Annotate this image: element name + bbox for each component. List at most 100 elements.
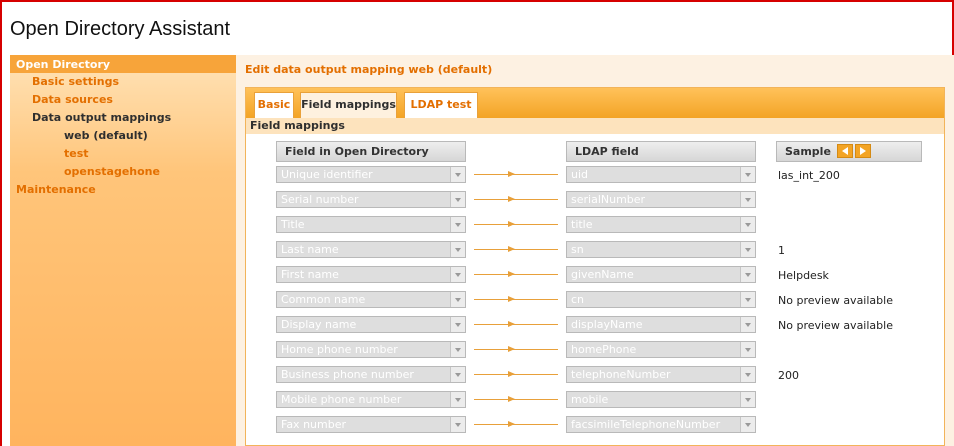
table-row: Serial number serialNumber xyxy=(246,191,944,209)
od-field-select[interactable]: First name xyxy=(276,266,466,283)
chevron-down-icon[interactable] xyxy=(740,192,755,207)
od-field-select[interactable]: Serial number xyxy=(276,191,466,208)
sidebar-item-data-output-mappings[interactable]: Data output mappings xyxy=(10,109,236,127)
mapping-connector xyxy=(474,274,558,275)
arrow-right-icon xyxy=(508,321,515,327)
od-field-select[interactable]: Last name xyxy=(276,241,466,258)
sample-value: Helpdesk xyxy=(778,269,829,282)
chevron-down-icon[interactable] xyxy=(740,317,755,332)
mapping-connector xyxy=(474,224,558,225)
ldap-field-select[interactable]: displayName xyxy=(566,316,756,333)
ldap-field-select[interactable]: telephoneNumber xyxy=(566,366,756,383)
od-field-value: Home phone number xyxy=(281,343,398,356)
chevron-down-icon[interactable] xyxy=(450,367,465,382)
sample-label: Sample xyxy=(785,145,831,158)
arrow-right-icon xyxy=(508,371,515,377)
sidebar-header[interactable]: Open Directory xyxy=(10,55,236,73)
mapping-connector xyxy=(474,374,558,375)
arrow-right-icon xyxy=(508,221,515,227)
chevron-down-icon[interactable] xyxy=(450,192,465,207)
table-row: Display name displayName No preview availa… xyxy=(246,316,944,334)
sidebar-item-maintenance[interactable]: Maintenance xyxy=(10,181,236,199)
od-field-value: Serial number xyxy=(281,193,359,206)
arrow-right-icon xyxy=(508,396,515,402)
ldap-field-value: sn xyxy=(571,243,584,256)
sidebar-item-web-default[interactable]: web (default) xyxy=(10,127,236,145)
mapping-connector xyxy=(474,299,558,300)
tab-field-mappings[interactable]: Field mappings xyxy=(300,92,397,118)
arrow-right-icon xyxy=(508,196,515,202)
od-field-select[interactable]: Display name xyxy=(276,316,466,333)
mapping-connector xyxy=(474,399,558,400)
chevron-down-icon[interactable] xyxy=(740,167,755,182)
tab-bar: Basic Field mappings LDAP test xyxy=(246,88,944,118)
chevron-down-icon[interactable] xyxy=(740,242,755,257)
od-field-select[interactable]: Home phone number xyxy=(276,341,466,358)
chevron-down-icon[interactable] xyxy=(450,317,465,332)
ldap-field-value: title xyxy=(571,218,593,231)
ldap-field-select[interactable]: title xyxy=(566,216,756,233)
ldap-field-select[interactable]: mobile xyxy=(566,391,756,408)
chevron-down-icon[interactable] xyxy=(740,217,755,232)
ldap-field-value: cn xyxy=(571,293,585,306)
chevron-down-icon[interactable] xyxy=(740,417,755,432)
chevron-down-icon[interactable] xyxy=(450,342,465,357)
od-field-select[interactable]: Business phone number xyxy=(276,366,466,383)
ldap-field-value: uid xyxy=(571,168,589,181)
chevron-down-icon[interactable] xyxy=(450,417,465,432)
od-field-value: Display name xyxy=(281,318,357,331)
table-row: First name givenName Helpdesk xyxy=(246,266,944,284)
table-row: Common name cn No preview available xyxy=(246,291,944,309)
ldap-field-select[interactable]: givenName xyxy=(566,266,756,283)
sidebar-item-openstagehone[interactable]: openstagehone xyxy=(10,163,236,181)
od-field-select[interactable]: Fax number xyxy=(276,416,466,433)
sidebar-item-basic-settings[interactable]: Basic settings xyxy=(10,73,236,91)
chevron-down-icon[interactable] xyxy=(740,367,755,382)
od-field-value: Unique identifier xyxy=(281,168,373,181)
column-header-ldap-field: LDAP field xyxy=(566,141,756,162)
sidebar-item-data-sources[interactable]: Data sources xyxy=(10,91,236,109)
app-title: Open Directory Assistant xyxy=(10,18,231,40)
chevron-down-icon[interactable] xyxy=(450,217,465,232)
ldap-field-select[interactable]: cn xyxy=(566,291,756,308)
od-field-select[interactable]: Title xyxy=(276,216,466,233)
od-field-value: Mobile phone number xyxy=(281,393,402,406)
mapping-connector xyxy=(474,249,558,250)
chevron-down-icon[interactable] xyxy=(450,242,465,257)
chevron-down-icon[interactable] xyxy=(450,292,465,307)
tab-basic[interactable]: Basic xyxy=(254,92,294,118)
previous-sample-button[interactable] xyxy=(836,144,853,158)
column-header-od-field: Field in Open Directory xyxy=(276,141,466,162)
chevron-down-icon[interactable] xyxy=(740,292,755,307)
sidebar-item-test[interactable]: test xyxy=(10,145,236,163)
ldap-field-select[interactable]: sn xyxy=(566,241,756,258)
table-row: Home phone number homePhone xyxy=(246,341,944,359)
chevron-down-icon[interactable] xyxy=(450,392,465,407)
main-content: Edit data output mapping web (default) B… xyxy=(236,55,954,446)
ldap-field-value: givenName xyxy=(571,268,634,281)
column-header-sample: Sample xyxy=(776,141,922,162)
arrow-right-icon xyxy=(508,296,515,302)
chevron-down-icon[interactable] xyxy=(450,267,465,282)
ldap-field-value: displayName xyxy=(571,318,643,331)
ldap-field-select[interactable]: uid xyxy=(566,166,756,183)
ldap-field-select[interactable]: homePhone xyxy=(566,341,756,358)
ldap-field-value: telephoneNumber xyxy=(571,368,671,381)
chevron-down-icon[interactable] xyxy=(450,167,465,182)
table-row: Last name sn 1 xyxy=(246,241,944,259)
chevron-down-icon[interactable] xyxy=(740,392,755,407)
next-sample-button[interactable] xyxy=(854,144,871,158)
ldap-field-select[interactable]: serialNumber xyxy=(566,191,756,208)
ldap-field-select[interactable]: facsimileTelephoneNumber xyxy=(566,416,756,433)
chevron-down-icon[interactable] xyxy=(740,267,755,282)
arrow-right-icon xyxy=(508,421,515,427)
tab-ldap-test[interactable]: LDAP test xyxy=(404,92,478,118)
chevron-down-icon[interactable] xyxy=(740,342,755,357)
table-row: Mobile phone number mobile xyxy=(246,391,944,409)
mapping-panel: Basic Field mappings LDAP test Field map… xyxy=(245,87,945,446)
section-title: Field mappings xyxy=(246,118,944,134)
od-field-select[interactable]: Unique identifier xyxy=(276,166,466,183)
od-field-select[interactable]: Mobile phone number xyxy=(276,391,466,408)
od-field-select[interactable]: Common name xyxy=(276,291,466,308)
mapping-connector xyxy=(474,174,558,175)
